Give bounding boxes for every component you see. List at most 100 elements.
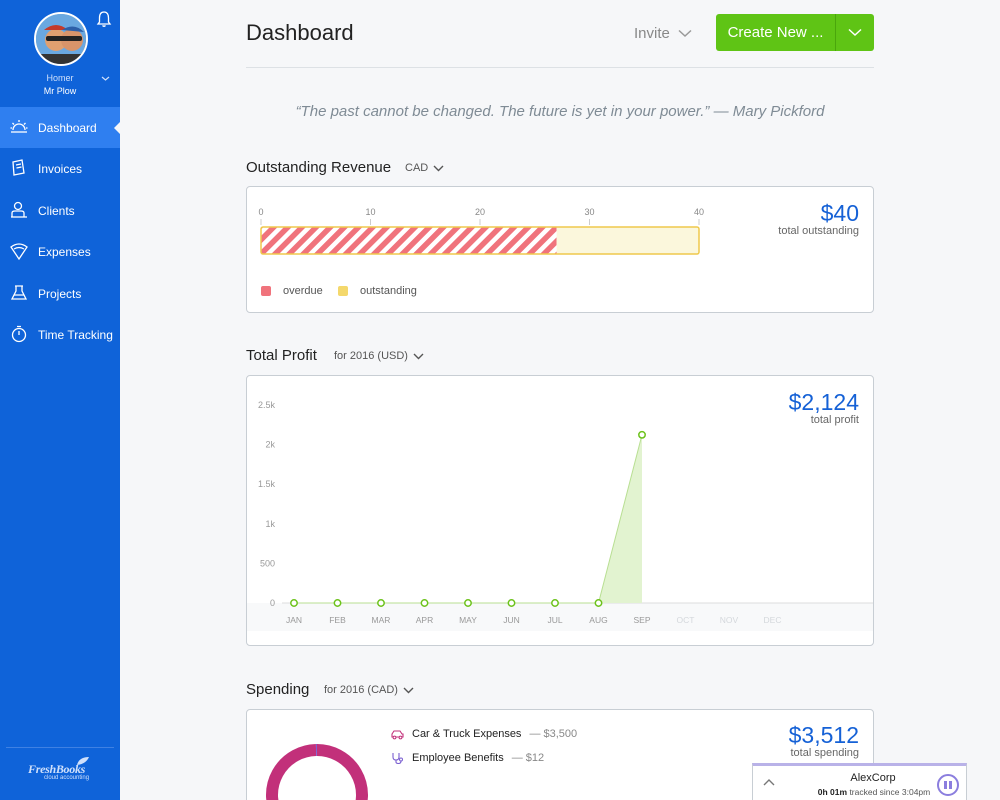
sidebar-item-time-tracking[interactable]: Time Tracking bbox=[0, 314, 120, 355]
x-tick-label: 10 bbox=[365, 207, 375, 217]
legend-outstanding: outstanding bbox=[338, 285, 417, 297]
chevron-down-icon bbox=[433, 165, 444, 171]
chevron-up-icon[interactable] bbox=[763, 778, 775, 786]
sidebar-item-dashboard[interactable]: Dashboard bbox=[0, 107, 120, 148]
data-point bbox=[594, 599, 603, 607]
y-tick-label: 1k bbox=[265, 519, 275, 529]
logo-tagline: cloud accounting bbox=[44, 775, 90, 781]
expenses-icon bbox=[10, 243, 28, 260]
profit-line bbox=[294, 434, 643, 604]
y-tick-label: 2.5k bbox=[258, 400, 276, 410]
bar-overdue bbox=[261, 227, 557, 254]
spending-period-dropdown[interactable]: for 2016 (CAD) bbox=[324, 684, 414, 696]
sidebar-item-label: Time Tracking bbox=[38, 327, 113, 342]
y-tick-label: 1.5k bbox=[258, 479, 276, 489]
chevron-down-icon bbox=[413, 353, 424, 359]
spending-donut bbox=[266, 744, 368, 800]
sidebar-item-expenses[interactable]: Expenses bbox=[0, 231, 120, 272]
x-tick-label: MAY bbox=[459, 615, 477, 625]
outstanding-swatch bbox=[338, 286, 348, 296]
x-tick-label: DEC bbox=[764, 615, 782, 625]
header-divider bbox=[246, 67, 874, 68]
spending-item-label: Employee Benefits bbox=[412, 752, 504, 764]
bell-icon[interactable] bbox=[96, 10, 112, 28]
chevron-down-icon[interactable] bbox=[101, 74, 110, 83]
user-last-name[interactable]: Mr Plow bbox=[0, 86, 120, 96]
x-tick-label: 20 bbox=[475, 207, 485, 217]
outstanding-chart: 0 10 20 30 40 bbox=[258, 207, 704, 255]
donut-slice bbox=[266, 744, 368, 800]
pause-timer-button[interactable] bbox=[937, 774, 959, 796]
currency-label: CAD bbox=[405, 162, 429, 174]
sidebar-item-projects[interactable]: Projects bbox=[0, 273, 120, 314]
spending-period-label: for 2016 (CAD) bbox=[324, 684, 398, 696]
time-tracking-icon bbox=[11, 325, 27, 343]
outstanding-total: $40 bbox=[820, 200, 859, 226]
x-tick-label: APR bbox=[416, 615, 433, 625]
x-tick-label: JAN bbox=[286, 615, 302, 625]
data-point bbox=[377, 599, 385, 607]
timer-elapsed: 0h 01m bbox=[817, 787, 848, 797]
page-title: Dashboard bbox=[246, 20, 354, 45]
sidebar-item-label: Invoices bbox=[38, 161, 83, 176]
invoices-icon bbox=[12, 159, 25, 176]
y-tick-label: 2k bbox=[265, 440, 275, 450]
timer-widget[interactable]: AlexCorp 0h 01m tracked since 3:04pm bbox=[752, 763, 967, 800]
x-tick-label: 40 bbox=[694, 207, 704, 217]
profit-total: $2,124 bbox=[788, 389, 859, 415]
x-tick-label: SEP bbox=[633, 615, 650, 625]
profit-card: 0 500 1k 1.5k 2k 2.5k JAN FEB MAR APR MAY JUN JUL AU… bbox=[246, 375, 874, 646]
profit-period-dropdown[interactable]: for 2016 (USD) bbox=[334, 350, 424, 362]
x-tick-label: AUG bbox=[589, 615, 607, 625]
profit-chart: 0 500 1k 1.5k 2k 2.5k JAN FEB MAR APR MAY JUN JUL AU… bbox=[247, 400, 873, 631]
outstanding-total-caption: total outstanding bbox=[778, 225, 859, 237]
outstanding-title: Outstanding Revenue bbox=[246, 159, 392, 176]
projects-icon bbox=[10, 285, 28, 300]
sidebar-item-invoices[interactable]: Invoices bbox=[0, 148, 120, 189]
overdue-swatch bbox=[261, 286, 271, 296]
invite-label: Invite bbox=[634, 25, 670, 42]
x-tick-label: MAR bbox=[372, 615, 391, 625]
spending-item-label: Car & Truck Expenses bbox=[412, 728, 522, 740]
chevron-down-icon bbox=[678, 29, 692, 38]
timer-status: 0h 01m tracked since 3:04pm bbox=[789, 787, 959, 797]
y-tick-label: 500 bbox=[260, 558, 275, 568]
sidebar: Homer Mr Plow Dashboard Invoices Clients… bbox=[0, 0, 120, 800]
profit-period-label: for 2016 (USD) bbox=[334, 350, 408, 362]
spending-total: $3,512 bbox=[788, 722, 859, 748]
spending-item-car-truck: Car & Truck Expenses — $3,500 bbox=[391, 728, 577, 740]
create-new-label[interactable]: Create New ... bbox=[716, 14, 836, 51]
spending-title: Spending bbox=[246, 681, 310, 698]
chevron-down-icon bbox=[403, 687, 414, 693]
data-point bbox=[551, 599, 559, 607]
x-tick-label: FEB bbox=[329, 615, 346, 625]
sidebar-item-label: Expenses bbox=[38, 244, 91, 259]
data-point bbox=[507, 599, 516, 607]
timer-since: tracked since 3:04pm bbox=[849, 787, 931, 797]
spending-item-employee-benefits: Employee Benefits — $12 bbox=[391, 752, 544, 764]
outstanding-card: 0 10 20 30 40 $40 total outstanding overdue … bbox=[246, 186, 874, 313]
create-new-button[interactable]: Create New ... bbox=[716, 14, 874, 51]
avatar[interactable] bbox=[34, 12, 88, 66]
currency-dropdown[interactable]: CAD bbox=[405, 162, 444, 174]
profit-area bbox=[294, 434, 642, 603]
invite-dropdown[interactable]: Invite bbox=[634, 25, 692, 42]
x-tick-label: JUN bbox=[503, 615, 520, 625]
spending-total-caption: total spending bbox=[790, 747, 860, 759]
data-point bbox=[333, 599, 342, 607]
quote: “The past cannot be changed. The future … bbox=[295, 103, 825, 120]
legend-label: overdue bbox=[283, 285, 323, 297]
x-tick-label: OCT bbox=[677, 615, 695, 625]
x-tick-label: 0 bbox=[258, 207, 263, 217]
sidebar-item-clients[interactable]: Clients bbox=[0, 190, 120, 231]
data-point bbox=[420, 599, 429, 607]
timer-client: AlexCorp bbox=[850, 772, 896, 784]
x-tick-label: 30 bbox=[584, 207, 594, 217]
create-new-menu-toggle[interactable] bbox=[836, 14, 874, 51]
data-point bbox=[464, 599, 472, 607]
sidebar-item-label: Projects bbox=[38, 286, 82, 301]
data-point bbox=[638, 430, 646, 439]
data-point bbox=[290, 599, 298, 607]
leaf-icon bbox=[77, 757, 89, 765]
x-tick-label: NOV bbox=[720, 615, 739, 625]
